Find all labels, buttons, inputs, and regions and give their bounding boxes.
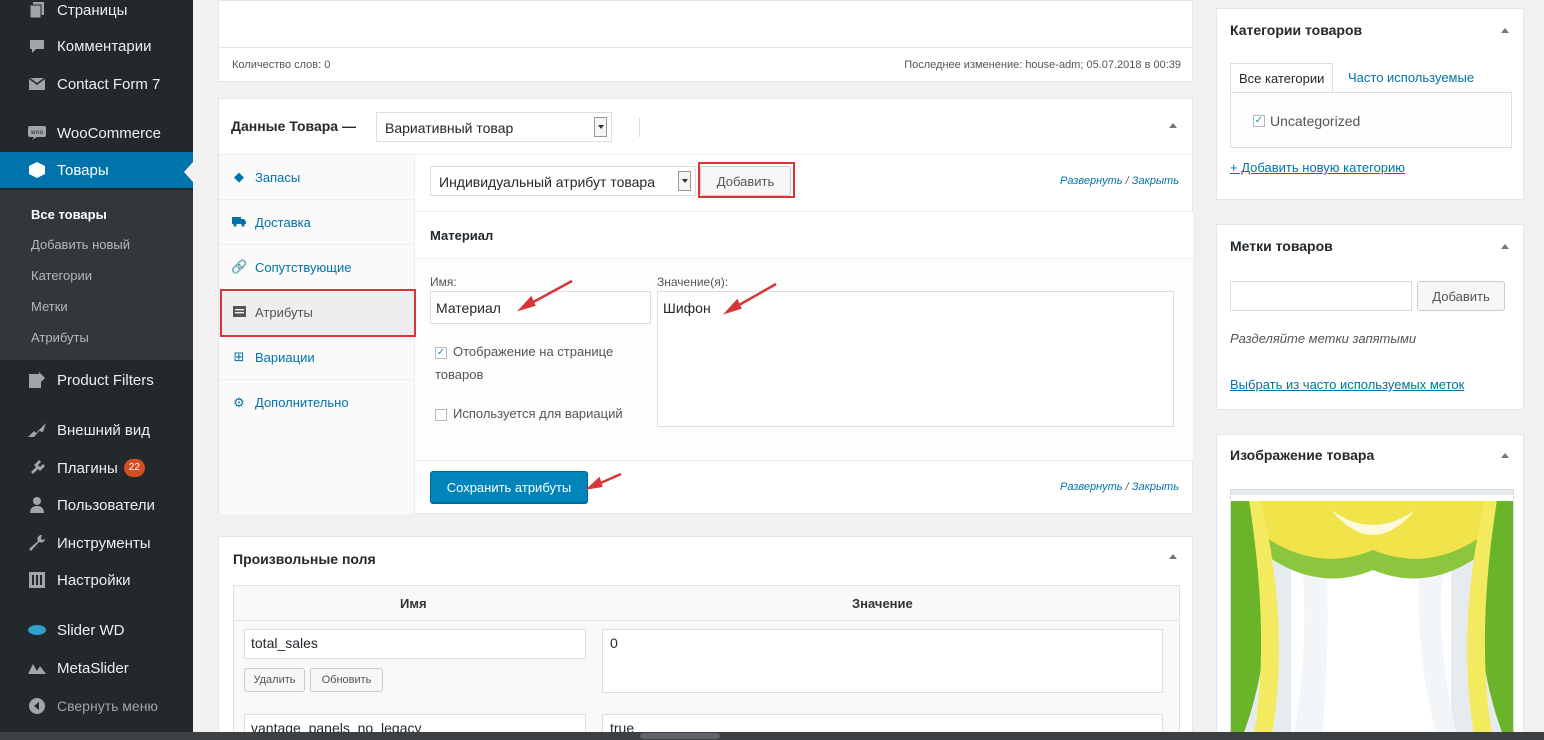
product-categories-panel: Категории товаров Все категории Часто ис… (1216, 8, 1524, 200)
product-image[interactable] (1230, 489, 1514, 740)
tab-popular-categories[interactable]: Часто используемые (1340, 63, 1482, 93)
collapse-panel-icon[interactable] (1501, 453, 1509, 458)
column-header-value: Значение (852, 596, 913, 611)
category-label: Uncategorized (1270, 113, 1361, 129)
delete-meta-button[interactable]: Удалить (244, 668, 305, 692)
collapse-panel-icon[interactable] (1501, 244, 1509, 249)
collapse-panel-icon[interactable] (1169, 554, 1177, 559)
collapse-panel-icon[interactable] (1501, 28, 1509, 33)
update-meta-button[interactable]: Обновить (310, 668, 383, 692)
new-tag-input[interactable] (1230, 281, 1412, 311)
scrollbar-thumb[interactable] (640, 733, 720, 739)
product-tags-panel: Метки товаров Добавить Разделяйте метки … (1216, 224, 1524, 410)
category-list: ✓ Uncategorized (1230, 92, 1512, 148)
meta-value-textarea[interactable]: 0 (602, 629, 1163, 693)
add-tag-button[interactable]: Добавить (1417, 281, 1505, 311)
curtain-image (1231, 490, 1513, 740)
meta-value: 0 (610, 635, 618, 651)
product-image-title: Изображение товара (1230, 447, 1375, 463)
custom-fields-title: Произвольные поля (233, 551, 376, 567)
divider (234, 620, 1179, 621)
tab-all-categories[interactable]: Все категории (1230, 63, 1334, 93)
product-image-panel: Изображение товара (1216, 434, 1524, 740)
meta-key-value: total_sales (251, 635, 318, 651)
categories-title: Категории товаров (1230, 22, 1363, 38)
custom-fields-panel: Произвольные поля Имя Значение total_sal… (218, 536, 1193, 740)
tags-hint: Разделяйте метки запятыми (1230, 331, 1417, 346)
tags-title: Метки товаров (1230, 238, 1333, 254)
custom-fields-table: Имя Значение total_sales 0 Удалить Обнов… (233, 585, 1180, 740)
category-checkbox[interactable]: ✓ (1253, 115, 1265, 127)
meta-key-input[interactable]: total_sales (244, 629, 586, 659)
popular-tags-link[interactable]: Выбрать из часто используемых меток (1230, 377, 1464, 392)
column-header-name: Имя (400, 596, 427, 611)
horizontal-scrollbar[interactable] (0, 732, 1544, 740)
add-category-link[interactable]: + Добавить новую категорию (1230, 160, 1405, 175)
